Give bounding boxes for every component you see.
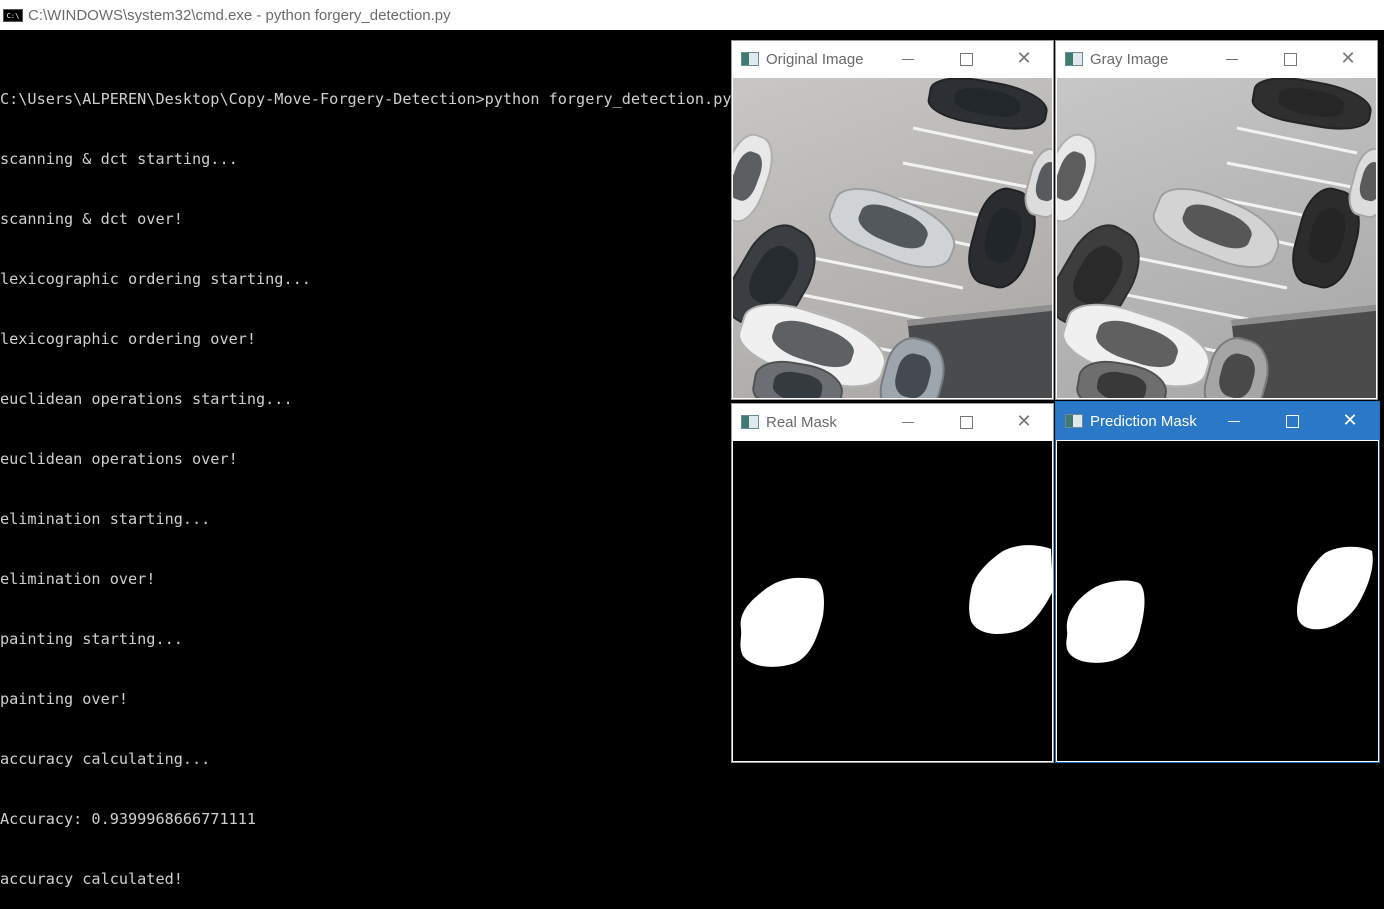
mask-blob [740, 577, 824, 667]
console-line: euclidean operations over! [0, 450, 238, 468]
close-icon: ✕ [1016, 48, 1032, 69]
mask-blob [1066, 580, 1145, 663]
console-line: Accuracy: 0.9399968666771111 [0, 810, 257, 828]
window-title: Real Mask [766, 413, 837, 431]
console-line: accuracy calculating... [0, 750, 211, 768]
real-mask-titlebar[interactable]: Real Mask ✕ [732, 404, 1053, 440]
maximize-button[interactable] [937, 413, 995, 431]
console-line: euclidean operations starting... [0, 390, 293, 408]
minimize-button[interactable] [879, 413, 937, 431]
console-line: scanning & dct over! [0, 210, 183, 228]
original-image-window[interactable]: Original Image ✕ [731, 40, 1054, 400]
maximize-icon [959, 416, 973, 429]
console-line: C:\Users\ALPEREN\Desktop\Copy-Move-Forge… [0, 90, 732, 108]
console-line: lexicographic ordering over! [0, 330, 257, 348]
close-button[interactable]: ✕ [995, 413, 1053, 431]
minimize-icon [902, 59, 914, 60]
window-app-icon [1065, 52, 1083, 66]
minimize-button[interactable] [879, 50, 937, 68]
maximize-button[interactable] [1261, 50, 1319, 68]
cmd-titlebar[interactable]: C:\ C:\WINDOWS\system32\cmd.exe - python… [0, 0, 1384, 30]
minimize-icon [1226, 59, 1238, 60]
original-image [733, 78, 1052, 398]
maximize-button[interactable] [1263, 412, 1321, 430]
console-line: painting over! [0, 690, 129, 708]
close-icon: ✕ [1016, 411, 1032, 432]
minimize-icon [1228, 421, 1240, 422]
maximize-button[interactable] [937, 50, 995, 68]
minimize-button[interactable] [1203, 50, 1261, 68]
prediction-mask-window[interactable]: Prediction Mask ✕ [1055, 401, 1380, 763]
cmd-icon: C:\ [3, 8, 23, 22]
real-mask-window[interactable]: Real Mask ✕ [731, 403, 1054, 763]
console-line: elimination starting... [0, 510, 211, 528]
mask-blob [1297, 546, 1373, 630]
gray-image-window[interactable]: Gray Image ✕ [1055, 40, 1378, 400]
maximize-icon [1283, 53, 1297, 66]
window-title: Original Image [766, 50, 864, 68]
console-line: scanning & dct starting... [0, 150, 238, 168]
console-line: painting starting... [0, 630, 183, 648]
close-button[interactable]: ✕ [995, 50, 1053, 68]
close-icon: ✕ [1342, 410, 1358, 431]
console-output[interactable]: C:\Users\ALPEREN\Desktop\Copy-Move-Forge… [0, 49, 732, 909]
prediction-mask-image [1057, 441, 1378, 761]
window-title: Gray Image [1090, 50, 1169, 68]
maximize-icon [959, 53, 973, 66]
maximize-icon [1285, 415, 1299, 428]
minimize-icon [902, 422, 914, 423]
console-line: lexicographic ordering starting... [0, 270, 311, 288]
prediction-mask-titlebar[interactable]: Prediction Mask ✕ [1056, 402, 1379, 440]
window-title: Prediction Mask [1090, 412, 1197, 430]
original-image-titlebar[interactable]: Original Image ✕ [732, 41, 1053, 77]
close-button[interactable]: ✕ [1321, 412, 1379, 430]
console-line: elimination over! [0, 570, 156, 588]
minimize-button[interactable] [1205, 412, 1263, 430]
gray-image [1057, 78, 1376, 398]
close-button[interactable]: ✕ [1319, 50, 1377, 68]
mask-blob [969, 545, 1052, 634]
cmd-window-title: C:\WINDOWS\system32\cmd.exe - python for… [28, 6, 451, 24]
real-mask-image [733, 441, 1052, 761]
gray-image-titlebar[interactable]: Gray Image ✕ [1056, 41, 1377, 77]
window-app-icon [1065, 414, 1083, 428]
close-icon: ✕ [1340, 48, 1356, 69]
window-app-icon [741, 415, 759, 429]
console-line: accuracy calculated! [0, 870, 183, 888]
window-app-icon [741, 52, 759, 66]
